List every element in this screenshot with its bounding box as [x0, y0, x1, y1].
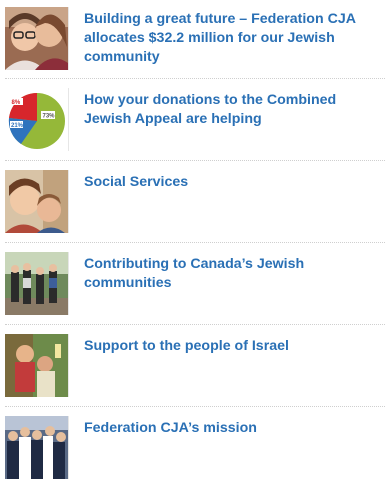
group-photo-icon[interactable] [5, 252, 69, 315]
pie-label-21: 21% [11, 123, 24, 129]
pie-label-8: 8% [12, 100, 21, 106]
list-item: Contributing to Canada’s Jewish communit… [0, 252, 387, 316]
list-item: Support to the people of Israel [0, 334, 387, 398]
list-item: Federation CJA’s mission [0, 416, 387, 480]
list-item: 73% 8% 21% How your donations to the Com… [0, 88, 387, 152]
divider [5, 324, 385, 325]
children-photo-icon[interactable] [5, 170, 69, 233]
list-item: Social Services [0, 170, 387, 234]
article-link[interactable]: Federation CJA’s mission [84, 419, 380, 438]
article-link[interactable]: Contributing to Canada’s Jewish communit… [84, 255, 380, 293]
divider [5, 78, 385, 79]
israel-photo-icon[interactable] [5, 334, 69, 397]
article-link[interactable]: Social Services [84, 173, 380, 192]
divider [5, 406, 385, 407]
family-photo-icon[interactable] [5, 7, 69, 70]
article-link[interactable]: How your donations to the Combined Jewis… [84, 91, 380, 129]
divider [5, 160, 385, 161]
article-link[interactable]: Building a great future – Federation CJA… [84, 10, 380, 67]
article-link[interactable]: Support to the people of Israel [84, 337, 380, 356]
list-item: Building a great future – Federation CJA… [0, 7, 387, 71]
divider [5, 242, 385, 243]
pie-label-73: 73% [43, 114, 56, 120]
pie-chart-icon[interactable]: 73% 8% 21% [5, 88, 69, 151]
crowd-photo-icon[interactable] [5, 416, 69, 479]
